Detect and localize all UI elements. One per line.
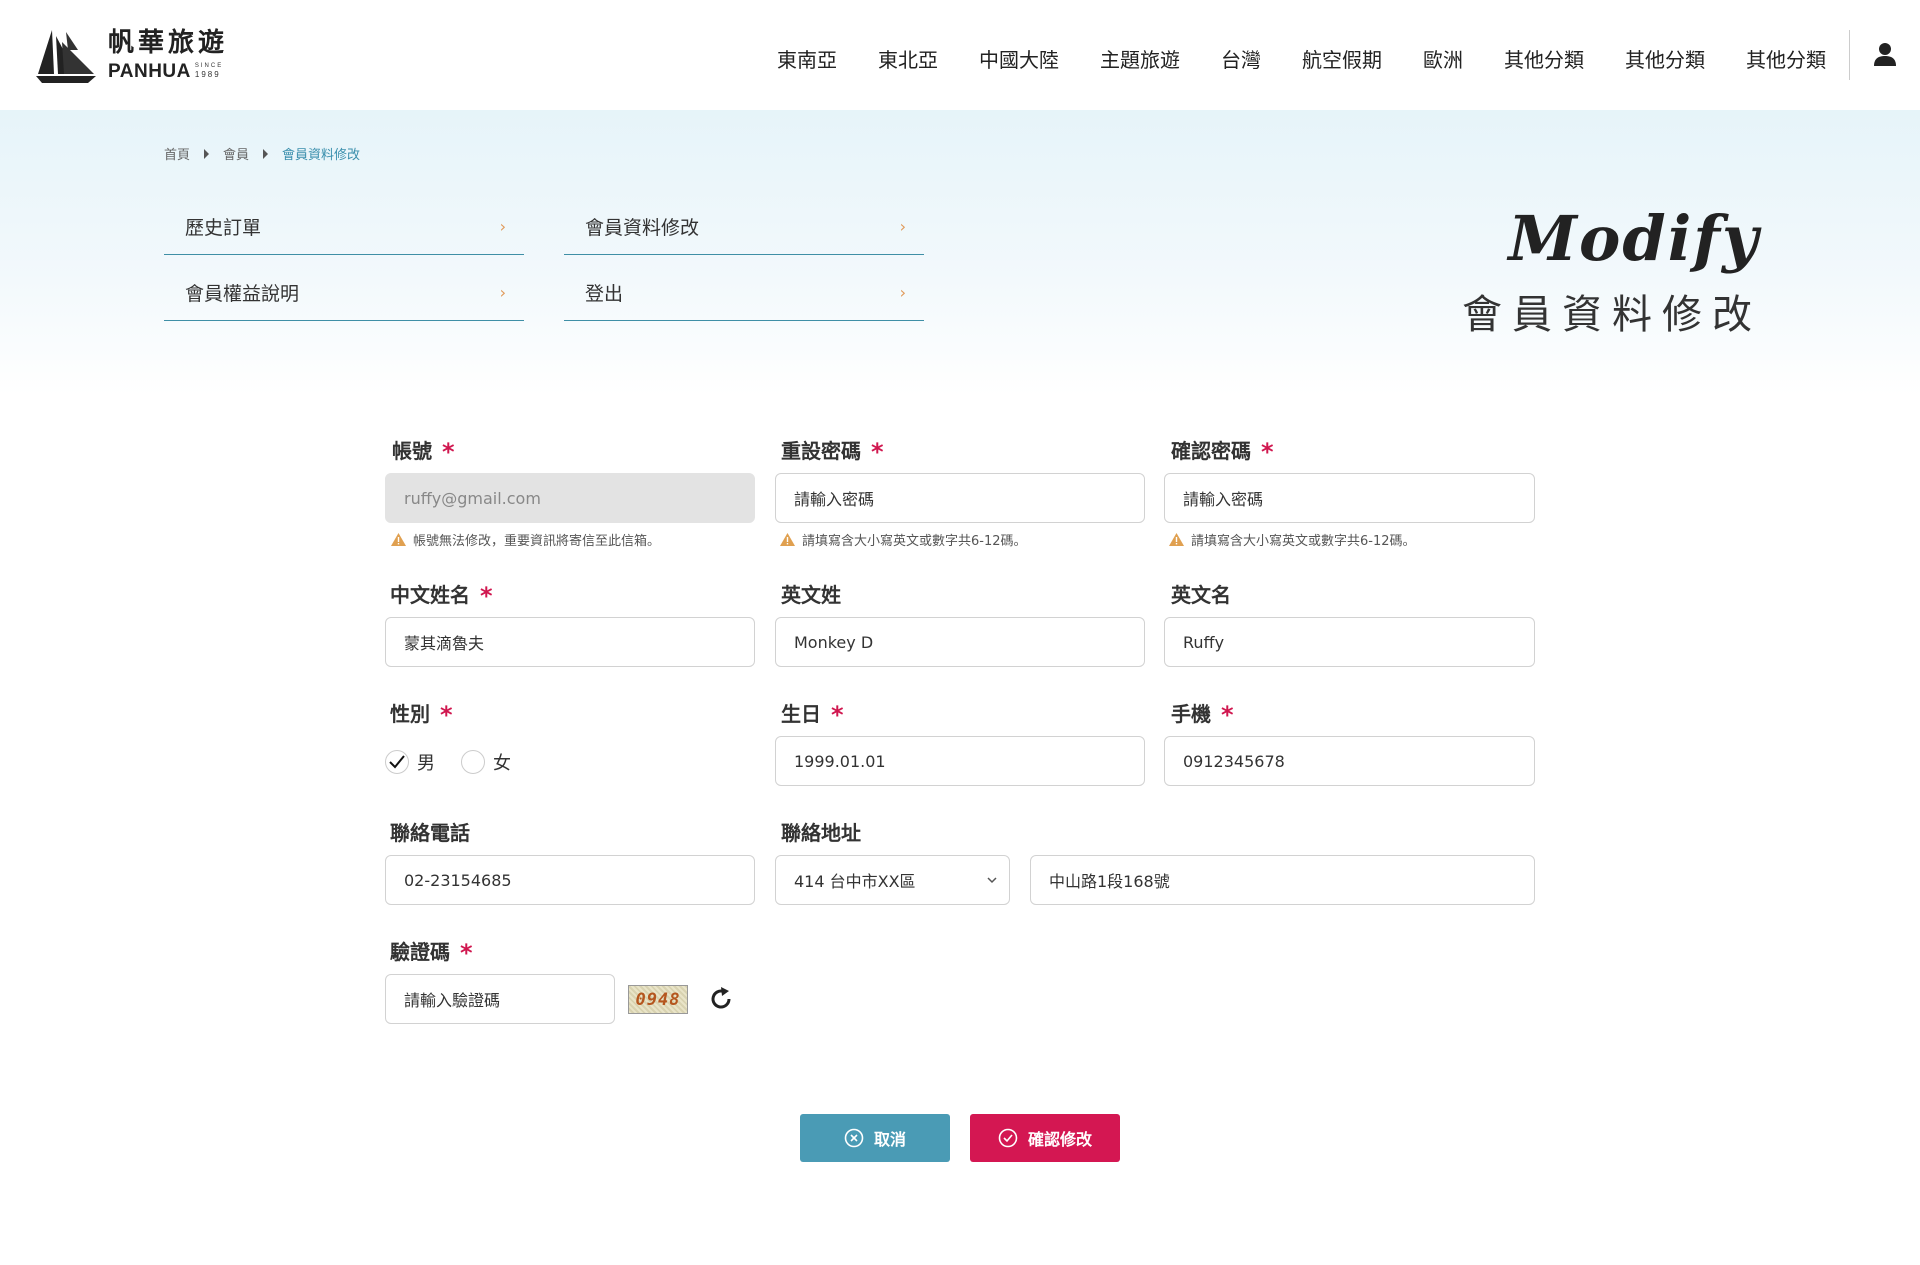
mobile-label: 手機 * <box>1171 701 1234 729</box>
check-icon <box>389 755 405 769</box>
confirm-password-field[interactable]: 請輸入密碼 <box>1164 473 1535 523</box>
phone-field[interactable]: 02-23154685 <box>385 855 755 905</box>
nav-item[interactable]: 其他分類 <box>1504 44 1584 73</box>
confirm-button[interactable]: 確認修改 <box>970 1114 1120 1162</box>
menu-item-logout[interactable]: 登出 › <box>564 264 924 321</box>
user-icon[interactable] <box>1874 42 1896 66</box>
page-title-cn: 會員資料修改 <box>1462 292 1762 338</box>
menu-item-order-history[interactable]: 歷史訂單 › <box>164 198 524 255</box>
gender-female-radio[interactable] <box>461 750 485 774</box>
birthday-field[interactable]: 1999.01.01 <box>775 736 1145 786</box>
nav-item[interactable]: 主題旅遊 <box>1100 44 1180 73</box>
menu-item-label: 歷史訂單 <box>185 216 262 239</box>
account-hint: 帳號無法修改，重要資訊將寄信至此信箱。 <box>391 530 660 549</box>
mobile-field[interactable]: 0912345678 <box>1164 736 1535 786</box>
site-header: 帆華旅遊 PANHUA SINCE 1989 東南亞 東北亞 中國大陸 主題旅遊… <box>0 0 1920 110</box>
chevron-down-icon <box>987 877 997 884</box>
brand-name-cn: 帆華旅遊 <box>108 27 229 58</box>
refresh-icon[interactable] <box>707 985 735 1013</box>
chinese-name-label: 中文姓名 * <box>390 582 493 610</box>
breadcrumb-separator-icon <box>263 148 269 159</box>
address-street-field[interactable]: 中山路1段168號 <box>1030 855 1535 905</box>
confirm-button-label: 確認修改 <box>1027 1130 1092 1149</box>
brand-since-label: SINCE <box>194 62 224 69</box>
chevron-right-icon: › <box>499 282 506 302</box>
nav-divider <box>1849 30 1850 80</box>
nav-item[interactable]: 中國大陸 <box>979 44 1059 73</box>
account-label: 帳號 * <box>392 438 455 466</box>
nav-item[interactable]: 其他分類 <box>1746 44 1826 73</box>
phone-label: 聯絡電話 <box>390 821 470 845</box>
main-nav: 東南亞 東北亞 中國大陸 主題旅遊 台灣 航空假期 歐洲 其他分類 其他分類 其… <box>736 44 1826 73</box>
chevron-right-icon: › <box>499 216 506 236</box>
birthday-label: 生日 * <box>781 701 844 729</box>
menu-item-label: 會員權益說明 <box>185 282 300 305</box>
reset-password-hint: 請填寫含大小寫英文或數字共6-12碼。 <box>780 530 1027 549</box>
cancel-circle-icon <box>844 1128 864 1148</box>
confirm-password-hint: 請填寫含大小寫英文或數字共6-12碼。 <box>1169 530 1416 549</box>
english-given-name-field[interactable]: Ruffy <box>1164 617 1535 667</box>
account-field: ruffy@gmail.com <box>385 473 755 523</box>
english-surname-label: 英文姓 <box>781 583 841 607</box>
address-district-select[interactable]: 414 台中市XX區 <box>775 855 1010 905</box>
gender-male-label: 男 <box>417 753 435 774</box>
brand-since-year: 1989 <box>194 69 221 79</box>
chevron-right-icon: › <box>899 216 906 236</box>
address-label: 聯絡地址 <box>781 821 861 845</box>
sailboat-logo-icon <box>36 30 96 83</box>
nav-item[interactable]: 台灣 <box>1221 44 1261 73</box>
captcha-field[interactable]: 請輸入驗證碼 <box>385 974 615 1024</box>
warning-icon <box>1169 533 1184 546</box>
breadcrumb: 首頁 會員 會員資料修改 <box>164 144 360 163</box>
reset-password-label: 重設密碼 * <box>781 438 884 466</box>
nav-item[interactable]: 東南亞 <box>777 44 837 73</box>
chinese-name-field[interactable]: 蒙其滴魯夫 <box>385 617 755 667</box>
nav-item[interactable]: 航空假期 <box>1302 44 1382 73</box>
confirm-password-label: 確認密碼 * <box>1171 438 1274 466</box>
menu-item-modify-profile[interactable]: 會員資料修改 › <box>564 198 924 255</box>
captcha-image: 0948 <box>628 985 688 1014</box>
chevron-right-icon: › <box>899 282 906 302</box>
cancel-button[interactable]: 取消 <box>800 1114 950 1162</box>
warning-icon <box>391 533 406 546</box>
nav-item[interactable]: 其他分類 <box>1625 44 1705 73</box>
brand-name-en: PANHUA <box>108 60 191 82</box>
nav-item[interactable]: 東北亞 <box>878 44 938 73</box>
nav-item[interactable]: 歐洲 <box>1423 44 1463 73</box>
menu-item-label: 會員資料修改 <box>585 216 700 239</box>
gender-male-radio[interactable] <box>385 750 409 774</box>
breadcrumb-current: 會員資料修改 <box>282 148 361 163</box>
breadcrumb-member[interactable]: 會員 <box>223 144 249 163</box>
page-title-en: Modify <box>1508 202 1760 275</box>
english-given-name-label: 英文名 <box>1171 583 1231 607</box>
gender-female-label: 女 <box>493 753 511 774</box>
menu-item-label: 登出 <box>585 282 624 305</box>
gender-label: 性別 * <box>390 701 453 729</box>
cancel-button-label: 取消 <box>873 1130 906 1149</box>
captcha-label: 驗證碼 * <box>390 939 473 967</box>
reset-password-field[interactable]: 請輸入密碼 <box>775 473 1145 523</box>
english-surname-field[interactable]: Monkey D <box>775 617 1145 667</box>
warning-icon <box>780 533 795 546</box>
check-circle-icon <box>998 1128 1018 1148</box>
breadcrumb-separator-icon <box>204 148 210 159</box>
gender-radio-group: 男 女 <box>385 749 511 775</box>
breadcrumb-home[interactable]: 首頁 <box>164 144 190 163</box>
menu-item-member-benefits[interactable]: 會員權益說明 › <box>164 264 524 321</box>
brand-logo[interactable]: 帆華旅遊 PANHUA SINCE 1989 <box>32 26 228 84</box>
address-district-value: 414 台中市XX區 <box>794 872 916 891</box>
